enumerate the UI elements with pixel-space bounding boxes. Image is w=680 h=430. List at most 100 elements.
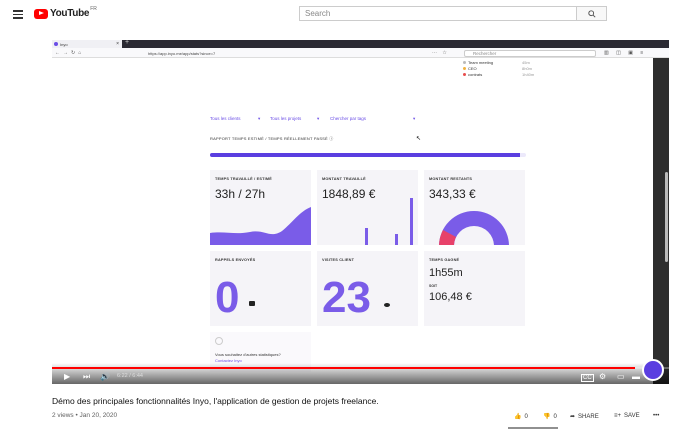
like-ratio-bar: [508, 427, 558, 429]
task-dropdown-label: contrats: [468, 72, 483, 77]
status-dot-icon: [463, 61, 466, 64]
project-filter-chevron[interactable]: ▾: [317, 116, 319, 122]
time-saved-card: TEMPS GAGNÉ 1h55m SOIT 106,48 €: [424, 251, 525, 326]
video-player[interactable]: Inyo × + ←→↻⌂ https://app.inyo.me/app/st…: [52, 40, 669, 384]
seek-bar-fill: [52, 367, 636, 369]
youtube-play-icon: [34, 8, 48, 19]
time-saved-value: 1h55m: [429, 267, 463, 279]
task-dropdown-time: 45m: [522, 60, 530, 65]
youtube-header: YouTube FR Search: [0, 0, 680, 28]
save-playlist-icon: ≡+: [614, 413, 622, 419]
settings-gear-icon[interactable]: ⚙: [599, 372, 606, 381]
amount-pending-label: MONTANT RESTANTS: [429, 177, 473, 181]
menu-icon[interactable]: [13, 10, 23, 19]
client-filter[interactable]: Tous les clients: [210, 116, 241, 121]
more-icon: •••: [653, 413, 660, 419]
amount-worked-value: 1848,89 €: [322, 187, 376, 201]
search-button[interactable]: [577, 6, 607, 21]
chat-avatar[interactable]: [642, 359, 664, 381]
eye-icon: [384, 303, 390, 307]
share-button[interactable]: ➦ SHARE: [567, 413, 599, 421]
close-tab-icon[interactable]: ×: [116, 41, 119, 47]
amount-bar-1: [365, 228, 368, 245]
browser-tab-title: Inyo: [60, 42, 68, 47]
reminders-card: RAPPELS ENVOYÉS 0: [210, 251, 311, 326]
time-saved-sub-label: SOIT: [429, 284, 438, 288]
like-button[interactable]: 👍 0: [511, 413, 528, 421]
time-worked-area-chart: [210, 207, 311, 245]
status-dot-icon: [463, 67, 466, 70]
task-dropdown-label: Team meeting: [468, 60, 494, 65]
report-label-text: RAPPORT TEMPS ESTIMÉ / TEMPS RÉELLEMENT …: [210, 136, 328, 141]
client-visits-value: 23: [322, 273, 371, 322]
search-input[interactable]: Search: [299, 6, 577, 21]
more-actions-button[interactable]: •••: [650, 413, 659, 419]
time-display: 6:22 / 6:44: [117, 373, 143, 379]
dislike-button[interactable]: 👎 0: [540, 413, 557, 421]
time-worked-card: TEMPS TRAVAILLÉ / ESTIMÉ 33h / 27h: [210, 170, 311, 245]
like-count: 0: [524, 413, 528, 420]
thumbs-down-icon: 👎: [543, 414, 551, 420]
toolbar-icons[interactable]: ▥ ◫ ▣ ≡: [604, 50, 646, 56]
youtube-logo-text: YouTube: [50, 8, 90, 19]
captions-icon[interactable]: CC: [581, 374, 594, 382]
seek-bar[interactable]: [52, 367, 669, 369]
dislike-count: 0: [553, 413, 557, 420]
tag-search-chevron[interactable]: ▾: [413, 116, 415, 122]
browser-search-input[interactable]: Rechercher: [464, 49, 596, 57]
miniplayer-icon[interactable]: ▭: [617, 372, 625, 381]
thumbs-up-icon: 👍: [514, 414, 522, 420]
next-icon[interactable]: ⏭: [83, 372, 90, 382]
time-saved-money-value: 106,48 €: [429, 291, 472, 303]
url-bar[interactable]: https://app.inyo.me/app/stats?since=7: [148, 51, 215, 56]
task-dropdown-time: 1h40m: [522, 72, 535, 77]
client-visits-label: VISITES CLIENT: [322, 258, 355, 262]
share-icon: ➦: [570, 414, 576, 420]
plus-icon[interactable]: [215, 337, 223, 345]
reminders-value: 0: [215, 273, 240, 322]
video-title: Démo des principales fonctionnalités Iny…: [52, 396, 379, 406]
volume-icon[interactable]: 🔊: [100, 372, 110, 381]
reminders-label: RAPPELS ENVOYÉS: [215, 258, 256, 262]
browser-window: Inyo × + ←→↻⌂ https://app.inyo.me/app/st…: [52, 40, 669, 384]
task-dropdown-item[interactable]: contrats 1h40m: [462, 72, 542, 78]
theater-mode-icon[interactable]: ▬: [632, 372, 640, 381]
page-actions-icons[interactable]: ⋯ ☆: [432, 50, 449, 56]
estimate-progress-fill: [210, 153, 520, 157]
amount-pending-card: MONTANT RESTANTS 343,33 €: [424, 170, 525, 245]
amount-worked-card: MONTANT TRAVAILLÉ 1848,89 €: [317, 170, 418, 245]
country-code: FR: [90, 6, 97, 12]
new-tab-icon[interactable]: +: [125, 40, 129, 46]
play-icon[interactable]: ▶: [64, 372, 70, 381]
mouse-cursor-icon: ↖: [416, 136, 422, 142]
search-icon: [588, 10, 596, 18]
scrollbar-thumb[interactable]: [665, 172, 668, 262]
client-visits-card: VISITES CLIENT 23: [317, 251, 418, 326]
report-label: RAPPORT TEMPS ESTIMÉ / TEMPS RÉELLEMENT …: [210, 136, 333, 142]
task-dropdown-time: 8h0m: [522, 66, 533, 71]
mail-icon: [249, 301, 255, 306]
browser-tab[interactable]: Inyo ×: [52, 40, 122, 48]
client-filter-chevron[interactable]: ▾: [258, 116, 260, 122]
nav-buttons[interactable]: ←→↻⌂: [55, 50, 84, 56]
more-stats-text: Vous souhaitez d'autres statistiques?: [215, 352, 281, 357]
project-filter[interactable]: Tous les projets: [270, 116, 301, 121]
amount-bar-3: [410, 198, 413, 245]
save-button[interactable]: ≡+ SAVE: [611, 413, 640, 419]
estimate-progress-bar: [210, 153, 526, 157]
info-icon[interactable]: ⓘ: [329, 136, 333, 141]
status-dot-icon: [463, 73, 466, 76]
browser-tab-bar: Inyo × +: [52, 40, 669, 48]
youtube-logo[interactable]: YouTube FR: [34, 6, 97, 19]
time-saved-label: TEMPS GAGNÉ: [429, 258, 460, 262]
share-label: SHARE: [578, 413, 599, 420]
task-dropdown-label: CEO: [468, 66, 477, 71]
time-worked-label: TEMPS TRAVAILLÉ / ESTIMÉ: [215, 177, 272, 181]
amount-worked-label: MONTANT TRAVAILLÉ: [322, 177, 366, 181]
amount-bar-2: [395, 234, 398, 245]
time-worked-value: 33h / 27h: [215, 187, 266, 201]
amount-pending-donut-chart: [439, 211, 509, 245]
amount-pending-value: 343,33 €: [429, 187, 476, 201]
video-meta: 2 views • Jan 20, 2020: [52, 412, 118, 419]
tag-search[interactable]: Chercher par tags: [330, 116, 366, 121]
